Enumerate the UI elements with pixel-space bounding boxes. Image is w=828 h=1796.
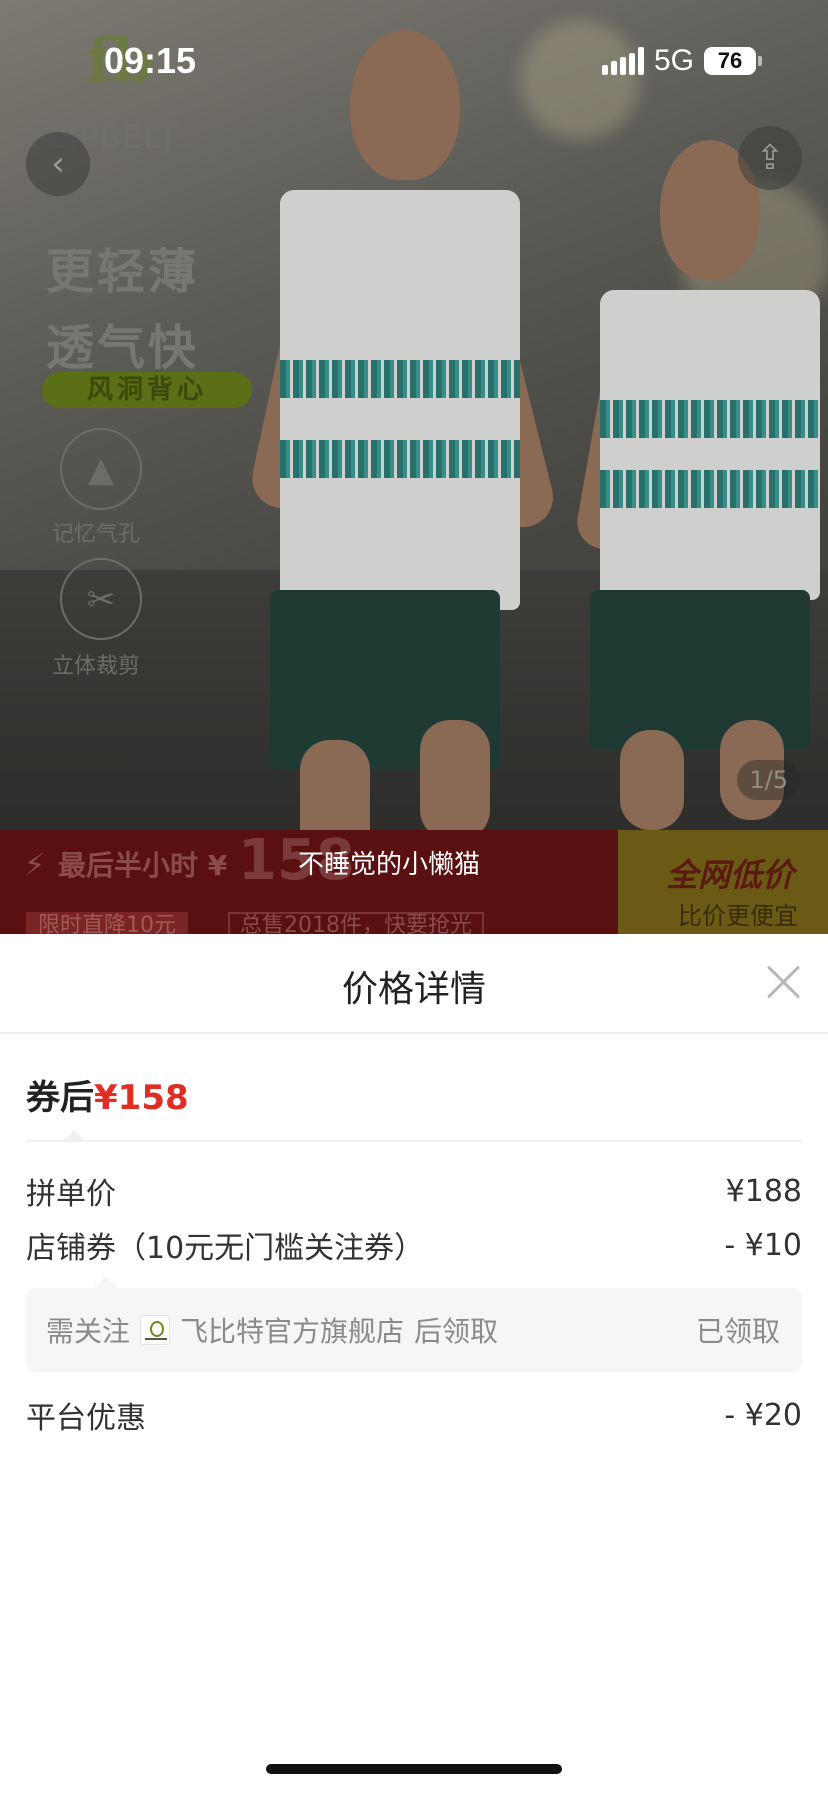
- price-row-value: ¥188: [725, 1173, 802, 1209]
- divider: [26, 1130, 802, 1142]
- promo-pill: 风洞背心: [42, 372, 252, 408]
- promo-headline-1: 更轻薄: [46, 244, 200, 300]
- final-price-row: 券后 ¥158: [26, 1070, 189, 1119]
- share-icon[interactable]: ⇪: [738, 126, 802, 190]
- battery-icon: 76: [704, 47, 762, 75]
- close-icon[interactable]: [762, 960, 806, 1004]
- status-icons: 5G 76: [601, 44, 762, 78]
- price-row-label: 拼单价: [26, 1177, 116, 1212]
- scissors-icon: ✂: [60, 558, 142, 640]
- coupon-shop-name: 飞比特官方旗舰店: [180, 1315, 405, 1348]
- price-row-platform-discount: 平台优惠 - ¥20: [26, 1390, 802, 1440]
- feature-label-1: 记忆气孔: [52, 522, 141, 547]
- runner-female: [570, 120, 828, 830]
- coupon-prefix: 需关注: [46, 1315, 131, 1348]
- price-row-label: 平台优惠: [26, 1401, 146, 1436]
- promo-headline-2: 透气快: [46, 320, 200, 376]
- lowest-price-subtitle: 比价更便宜: [678, 902, 798, 930]
- price-row-value: - ¥10: [724, 1227, 802, 1263]
- user-toast: 不睡觉的小懒猫: [297, 850, 480, 880]
- status-time: 09:15: [104, 40, 197, 81]
- coupon-status: 已领取: [695, 1315, 780, 1348]
- price-row-value: - ¥20: [724, 1397, 802, 1433]
- promo-tag-discount: 限时直降10元: [26, 912, 188, 934]
- shop-logo-icon: [140, 1315, 171, 1345]
- image-page-indicator: 1/5: [737, 760, 800, 800]
- back-icon[interactable]: ‹: [26, 132, 90, 196]
- price-row-store-coupon: 店铺券（10元无门槛关注券） - ¥10: [26, 1220, 802, 1270]
- product-image[interactable]: fb FLIPBELT 更轻薄 透气快 风洞背心 ▲ 记忆气孔 ✂ 立体裁剪 ‹…: [0, 0, 828, 830]
- network-type: 5G: [653, 44, 694, 77]
- final-price-value: ¥158: [94, 1078, 189, 1118]
- sheet-header: 价格详情: [0, 934, 828, 1034]
- feature-label-2: 立体裁剪: [52, 654, 141, 679]
- coupon-suffix: 后领取: [414, 1315, 499, 1348]
- price-row-group-price: 拼单价 ¥188: [26, 1166, 802, 1216]
- sheet-title: 价格详情: [341, 969, 486, 1010]
- home-indicator[interactable]: [266, 1764, 562, 1774]
- promo-tag-sales: 总售2018件，快要抢光: [228, 912, 484, 934]
- price-detail-sheet: 价格详情 券后 ¥158 拼单价 ¥188 店铺券（10元无门槛关注券） - ¥…: [0, 934, 828, 1796]
- final-price-label: 券后: [26, 1078, 94, 1118]
- vent-holes-icon: ▲: [60, 428, 142, 510]
- coupon-follow-box[interactable]: 需关注 飞比特官方旗舰店 后领取 已领取: [26, 1276, 802, 1372]
- price-row-label: 店铺券（10元无门槛关注券）: [26, 1231, 425, 1266]
- coupon-requirement: 需关注 飞比特官方旗舰店 后领取: [46, 1310, 498, 1350]
- runner-male: [230, 20, 560, 830]
- signal-icon: [601, 47, 644, 75]
